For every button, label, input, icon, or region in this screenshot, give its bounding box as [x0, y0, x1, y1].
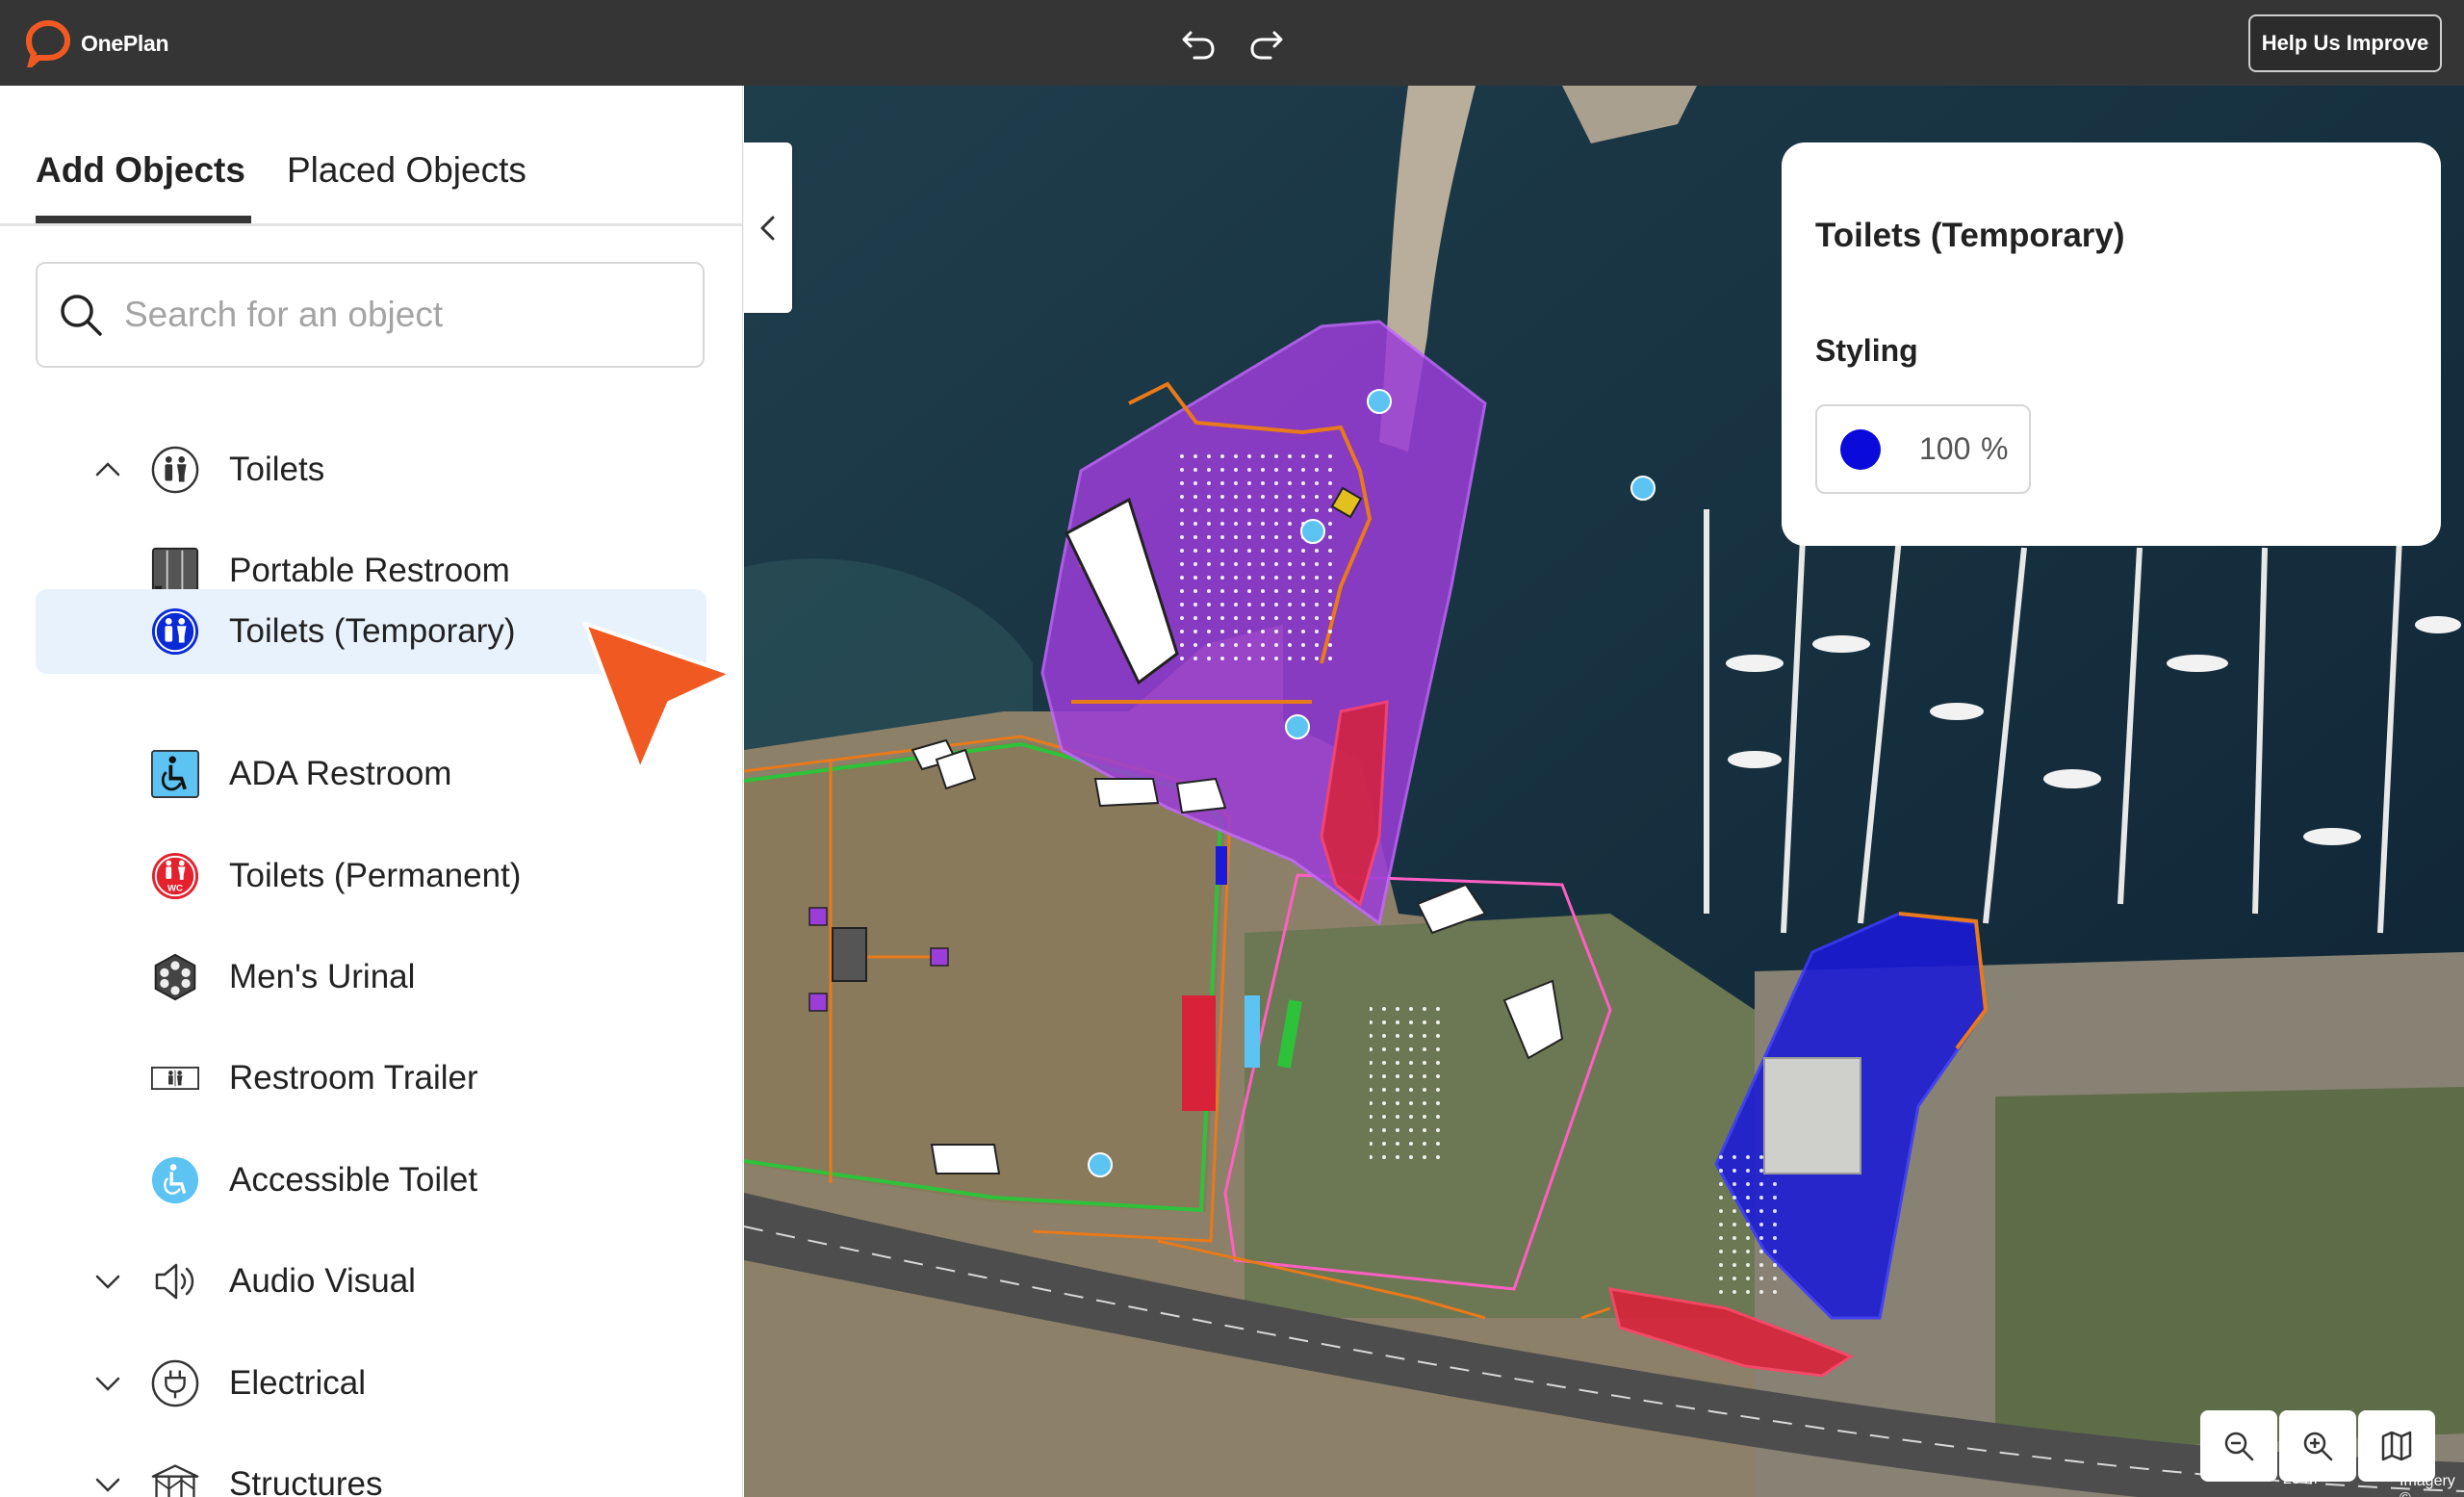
toilets-icon [151, 446, 199, 494]
left-field [744, 740, 1225, 1212]
properties-title: Toilets (Temporary) [1815, 217, 2125, 254]
map-icon [2381, 1431, 2412, 1461]
toilets-permanent-icon: WC [151, 852, 199, 900]
chevron-down-icon[interactable] [93, 1369, 122, 1398]
chevron-down-icon[interactable] [93, 1470, 122, 1497]
objects-sidebar: Add Objects Placed Objects Toilets [0, 86, 743, 1497]
object-accessible-toilet[interactable]: Accessible Toilet [36, 1138, 706, 1223]
cursor-arrow-icon [578, 616, 741, 780]
opacity-unit: % [1981, 431, 2009, 466]
stage-object [832, 927, 867, 982]
portable-restroom-icon [151, 547, 199, 595]
zoom-out-button[interactable] [2200, 1410, 2277, 1482]
search-input[interactable] [124, 295, 682, 335]
category-audio-visual[interactable]: Audio Visual [36, 1239, 706, 1324]
svg-text:WC: WC [167, 883, 183, 893]
object-label: Toilets (Temporary) [229, 612, 516, 650]
map-attribution: Imagery © [2400, 1473, 2455, 1497]
zoom-in-icon [2303, 1432, 2333, 1461]
cyan-barrier [1245, 995, 1260, 1068]
accessible-toilet-icon [151, 1156, 199, 1204]
color-opacity-picker[interactable]: 100 % [1815, 404, 2031, 494]
tent-field-4 [930, 1144, 1001, 1174]
app-logo[interactable]: OnePlan [25, 19, 169, 67]
category-label: Electrical [229, 1364, 366, 1402]
object-label: Restroom Trailer [229, 1059, 478, 1097]
plug-icon [151, 1359, 199, 1407]
blue-zone-dot-grid [1716, 1154, 1784, 1299]
undo-icon [1182, 31, 1215, 60]
vehicle-row [1182, 995, 1216, 1111]
map-layers-button[interactable] [2358, 1410, 2435, 1482]
tab-add-objects[interactable]: Add Objects [36, 150, 245, 191]
toilets-temporary-icon [151, 607, 199, 656]
tab-placed-objects[interactable]: Placed Objects [287, 150, 526, 191]
category-label: Toilets [229, 451, 325, 488]
active-tab-indicator [36, 216, 251, 223]
object-label: ADA Restroom [229, 755, 452, 792]
structure-icon [151, 1460, 199, 1497]
styling-label: Styling [1815, 333, 1918, 368]
color-swatch[interactable] [1840, 429, 1881, 470]
blue-barrier [1216, 846, 1227, 885]
chevron-up-icon[interactable] [93, 455, 122, 484]
category-structures[interactable]: Structures [36, 1442, 706, 1497]
object-label: Accessible Toilet [229, 1161, 478, 1199]
object-label: Toilets (Permanent) [229, 857, 522, 894]
redo-button[interactable] [1247, 23, 1286, 62]
chevron-down-icon[interactable] [93, 1267, 122, 1296]
object-toilets-permanent[interactable]: WC Toilets (Permanent) [36, 834, 706, 918]
center-dot-grid [1370, 1000, 1447, 1164]
top-bar: OnePlan Help Us Improve [0, 0, 2464, 86]
category-electrical[interactable]: Electrical [36, 1341, 706, 1426]
redo-icon [1250, 31, 1283, 60]
ada-restroom-icon [151, 750, 199, 798]
object-mens-urinal[interactable]: Men's Urinal [36, 935, 706, 1020]
app-name: OnePlan [81, 30, 169, 56]
search-box[interactable] [36, 262, 705, 368]
category-label: Audio Visual [229, 1262, 416, 1300]
opacity-value[interactable]: 100 [1919, 431, 1970, 467]
object-restroom-trailer[interactable]: Restroom Trailer [36, 1036, 706, 1121]
speaker-icon [151, 1257, 199, 1305]
mens-urinal-icon [151, 953, 199, 1001]
help-us-improve-button[interactable]: Help Us Improve [2248, 14, 2442, 72]
oneplan-logo-icon [25, 19, 71, 67]
east-grass [1995, 1087, 2464, 1453]
object-label: Portable Restroom [229, 552, 510, 589]
tent-field-3 [1093, 778, 1160, 808]
collapse-sidebar-button[interactable] [744, 142, 792, 313]
object-label: Men's Urinal [229, 958, 416, 995]
zoom-out-icon [2224, 1432, 2254, 1461]
category-label: Structures [229, 1465, 383, 1497]
purple-dot-grid [1177, 452, 1341, 663]
marina-building [1763, 1057, 1861, 1174]
restroom-trailer-icon [151, 1054, 199, 1102]
tent-small [1175, 777, 1227, 814]
category-toilets[interactable]: Toilets [36, 427, 706, 512]
object-properties-panel: Toilets (Temporary) Styling 100 % [1782, 142, 2441, 546]
undo-button[interactable] [1179, 23, 1218, 62]
chevron-left-icon [760, 216, 775, 240]
park-grass [1245, 914, 1755, 1318]
map-scale: 20 m [2283, 1471, 2318, 1487]
search-icon [61, 295, 102, 336]
sidebar-tabs: Add Objects Placed Objects [0, 86, 742, 226]
